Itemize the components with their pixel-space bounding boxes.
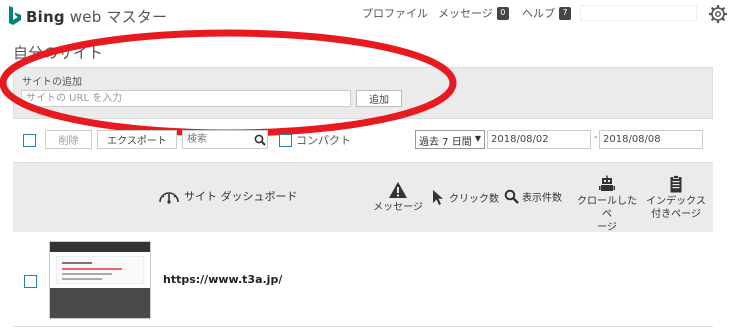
columns-header: サイト ダッシュボード メッセージ クリック数 表示件数 クロールしたペ ージ … [13,162,713,234]
dropdown-arrow-icon: ▼ [474,134,481,143]
search-icon [504,189,519,204]
compact-checkbox[interactable] [279,134,292,147]
brand-name: Bing [26,7,65,26]
add-site-button[interactable]: 追加 [356,90,402,107]
export-button[interactable]: エクスポート [97,130,177,149]
indexed-pages-column[interactable]: インデックス 付きページ [643,175,709,221]
select-all-checkbox[interactable] [23,134,36,147]
gauge-icon [159,192,179,204]
add-site-panel: サイトの追加 追加 [13,67,713,119]
nav-messages[interactable]: メッセージ 0 [438,5,509,21]
period-select[interactable]: 過去 7 日間 ▼ [415,130,485,149]
dashboard-column[interactable]: サイト ダッシュボード [158,187,298,205]
impressions-column[interactable]: 表示件数 [504,189,562,204]
cursor-icon [433,190,443,205]
site-thumbnail[interactable] [49,241,151,319]
date-separator: - [594,132,598,143]
help-count-badge: 7 [559,6,571,20]
site-row: https://www.t3a.jp/ [13,235,713,327]
add-site-label: サイトの追加 [22,77,82,88]
delete-button[interactable]: 削除 [45,130,92,149]
header-search-box[interactable] [580,5,697,21]
site-select-checkbox[interactable] [24,275,37,288]
site-url-input[interactable] [21,90,351,107]
crawled-pages-column[interactable]: クロールしたペ ージ [574,175,640,234]
nav-help[interactable]: ヘルプ 7 [522,5,571,21]
messages-column[interactable]: メッセージ [373,181,423,214]
site-url-link[interactable]: https://www.t3a.jp/ [163,273,282,286]
clicks-column[interactable]: クリック数 [432,189,499,206]
site-toolbar: 削除 エクスポート コンパクト 過去 7 日間 ▼ - [0,128,730,152]
brand-subtitle: web マスター [69,7,168,26]
bing-webmaster-logo[interactable]: Bing web マスター [8,5,167,27]
messages-count-badge: 0 [496,6,509,20]
warning-icon [389,182,407,198]
gear-icon[interactable] [708,4,728,24]
date-from-input[interactable] [487,130,591,149]
bing-logo-icon [9,6,21,25]
top-header: Bing web マスター プロファイル メッセージ 0 ヘルプ 7 [0,0,730,32]
compact-label: コンパクト [296,134,351,147]
date-to-input[interactable] [599,130,703,149]
clipboard-icon [670,175,682,193]
robot-icon [599,175,615,191]
page-title: 自分のサイト [13,44,104,62]
nav-profile[interactable]: プロファイル [362,5,428,21]
search-icon[interactable] [254,134,266,146]
